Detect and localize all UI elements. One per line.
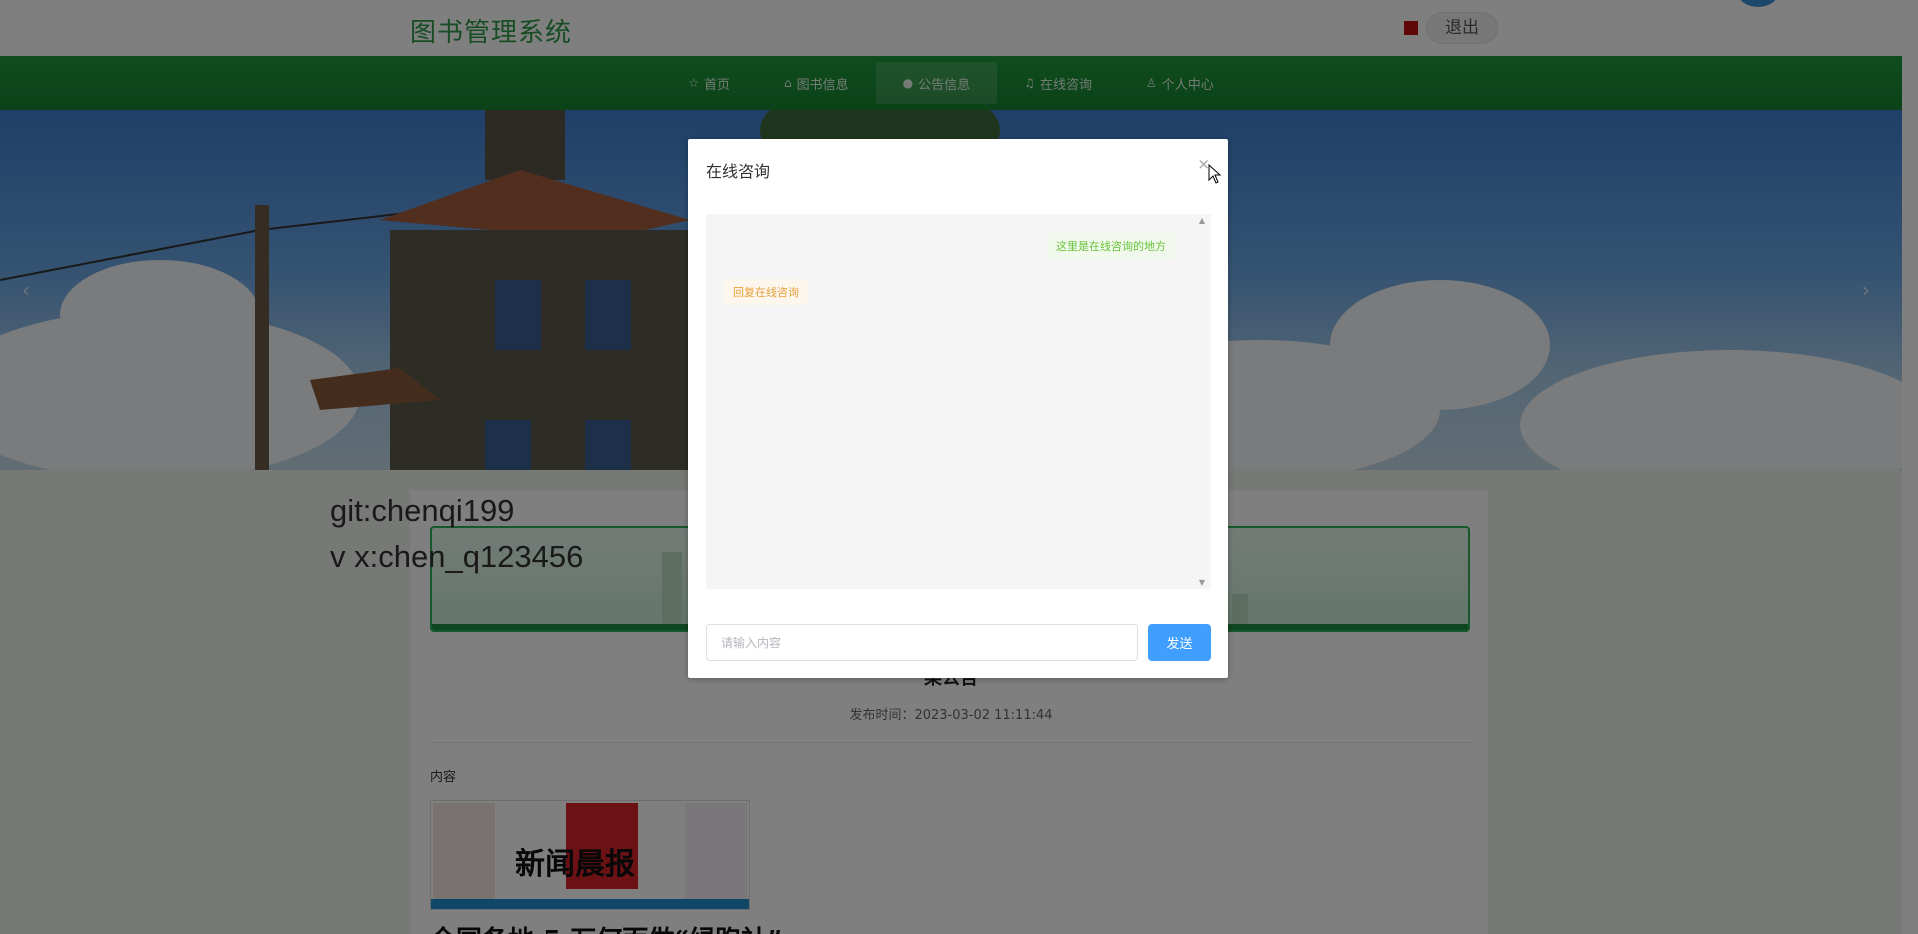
message-input[interactable]	[706, 624, 1138, 661]
dialog-title: 在线咨询	[706, 162, 771, 181]
scroll-up-icon[interactable]: ▲	[1199, 216, 1205, 225]
scroll-down-icon[interactable]: ▼	[1199, 578, 1205, 587]
online-consult-dialog: 在线咨询 × ▲ 这里是在线咨询的地方 回复在线咨询 ▼ 发送	[688, 139, 1228, 678]
chat-message-reply: 回复在线咨询	[724, 279, 808, 305]
mouse-cursor-icon	[1208, 164, 1222, 184]
send-button[interactable]: 发送	[1148, 624, 1211, 661]
chat-message-sent: 这里是在线咨询的地方	[1047, 233, 1175, 259]
chat-history[interactable]: ▲ 这里是在线咨询的地方 回复在线咨询 ▼	[706, 214, 1211, 589]
